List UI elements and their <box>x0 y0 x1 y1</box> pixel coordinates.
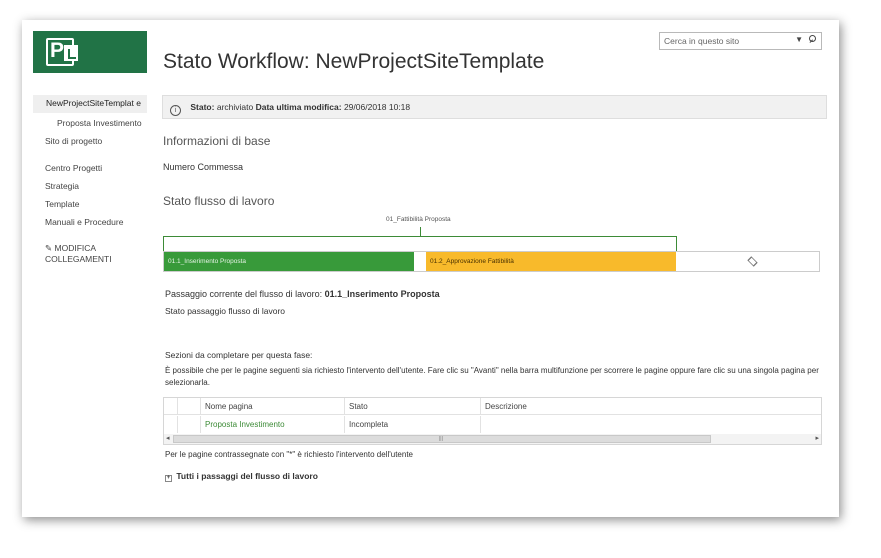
status-label: Stato: <box>190 102 215 112</box>
info-icon: i <box>170 105 181 116</box>
page-description <box>481 416 821 433</box>
scrollbar-thumb[interactable]: ||| <box>173 435 711 443</box>
nav-item-sito-progetto[interactable]: Sito di progetto <box>33 136 147 147</box>
status-bar: i Stato: archiviato Data ultima modifica… <box>162 95 827 119</box>
edit-links-button[interactable]: ✎ MODIFICA COLLEGAMENTI <box>33 243 113 265</box>
page-frame: P Cerca in questo sito ▼ Stato Workflow:… <box>22 20 839 517</box>
all-steps-label: Tutti i passaggi del flusso di lavoro <box>176 471 318 481</box>
stage-outline <box>163 236 677 251</box>
horizontal-scrollbar[interactable]: ◂ ||| ▸ <box>164 434 821 444</box>
scroll-right-icon[interactable]: ▸ <box>815 434 819 442</box>
stage-approvazione-label: 01.2_Approvazione Fattibilità <box>430 258 514 265</box>
status-value: archiviato <box>216 102 254 112</box>
workflow-progress-bar: 01.1_Inserimento Proposta 01.2_Approvazi… <box>163 251 820 272</box>
callout-tick <box>420 227 421 236</box>
nav-item-strategia[interactable]: Strategia <box>33 181 147 192</box>
scroll-left-icon[interactable]: ◂ <box>166 434 170 442</box>
modified-label: Data ultima modifica: <box>255 102 342 112</box>
workflow-heading: Stato flusso di lavoro <box>163 194 275 208</box>
page-link[interactable]: Proposta Investimento <box>201 416 345 433</box>
numero-commessa-link[interactable]: Numero Commessa <box>163 162 243 172</box>
chevron-down-icon[interactable]: ▼ <box>795 35 803 44</box>
nav-item-centro-progetti[interactable]: Centro Progetti <box>33 163 147 174</box>
pencil-icon: ✎ <box>45 243 53 253</box>
left-navigation: NewProjectSiteTemplat e Proposta Investi… <box>33 95 147 265</box>
end-diamond-icon <box>747 256 758 267</box>
nav-item-proposta[interactable]: Proposta Investimento <box>33 118 147 129</box>
stage-inserimento[interactable]: 01.1_Inserimento Proposta <box>164 252 414 271</box>
current-step-value: 01.1_Inserimento Proposta <box>324 289 440 299</box>
page-status: Incompleta <box>345 416 481 433</box>
col-header-nome[interactable]: Nome pagina <box>201 398 345 415</box>
grip-icon: ||| <box>439 436 443 442</box>
col-header-stato[interactable]: Stato <box>345 398 481 415</box>
stage-approvazione[interactable]: 01.2_Approvazione Fattibilità <box>426 252 676 271</box>
table-row: Proposta Investimento Incompleta <box>164 416 821 433</box>
stage-callout-label: 01_Fattibilità Proposta <box>386 216 451 223</box>
sections-description: È possibile che per le pagine seguenti s… <box>165 366 819 387</box>
modified-value: 29/06/2018 10:18 <box>343 102 411 112</box>
nav-item-template[interactable]: Template <box>33 199 147 210</box>
stage-inserimento-label: 01.1_Inserimento Proposta <box>168 258 247 265</box>
col-header-descrizione[interactable]: Descrizione <box>481 398 821 415</box>
edit-links-label: MODIFICA COLLEGAMENTI <box>45 243 112 264</box>
current-step-label: Passaggio corrente del flusso di lavoro: <box>165 289 323 299</box>
all-steps-toggle[interactable]: + Tutti i passaggi del flusso di lavoro <box>165 471 318 482</box>
project-logo[interactable]: P <box>33 31 147 73</box>
footnote: Per le pagine contrassegnate con "*" è r… <box>165 450 413 459</box>
basic-info-heading: Informazioni di base <box>163 134 271 148</box>
pages-table: Nome pagina Stato Descrizione Proposta I… <box>163 397 822 445</box>
table-header-row: Nome pagina Stato Descrizione <box>164 398 821 415</box>
step-status-label: Stato passaggio flusso di lavoro <box>165 306 286 316</box>
project-icon: P <box>46 38 78 66</box>
sections-heading: Sezioni da completare per questa fase: <box>165 350 313 360</box>
page-title: Stato Workflow: NewProjectSiteTemplate <box>163 50 545 73</box>
expand-icon[interactable]: + <box>165 475 172 482</box>
nav-item-manuali[interactable]: Manuali e Procedure <box>33 217 147 228</box>
search-input[interactable]: Cerca in questo sito ▼ <box>659 32 822 50</box>
nav-item-site[interactable]: NewProjectSiteTemplat e <box>33 95 147 113</box>
current-step: Passaggio corrente del flusso di lavoro:… <box>165 289 440 299</box>
search-placeholder: Cerca in questo sito <box>664 36 740 46</box>
search-icon[interactable] <box>808 35 817 44</box>
